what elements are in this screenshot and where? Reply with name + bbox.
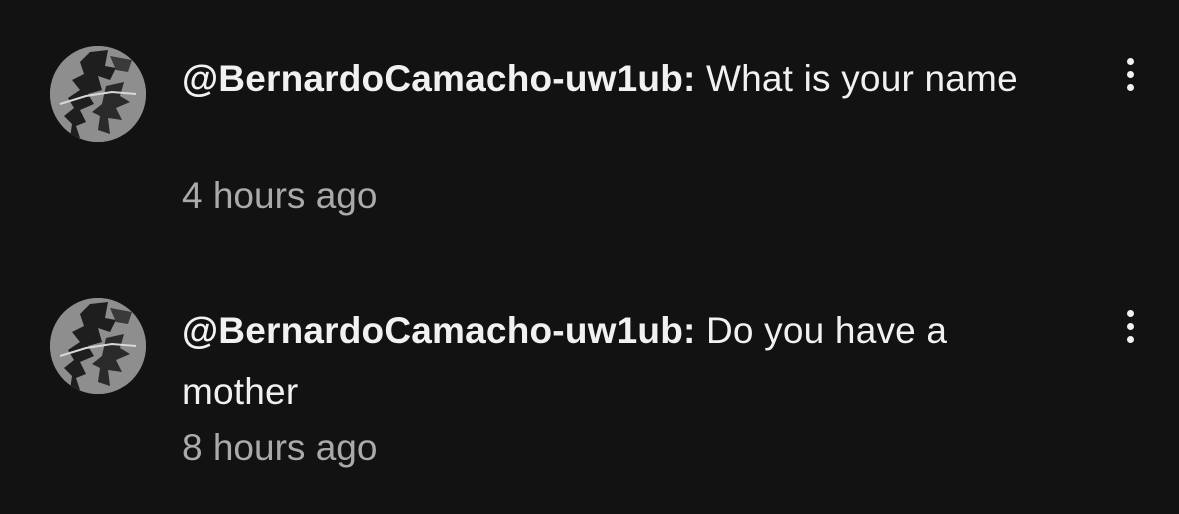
avatar[interactable] <box>50 46 146 142</box>
more-vertical-icon <box>1126 70 1134 78</box>
comment-item: @BernardoCamacho-uw1ub: What is your nam… <box>0 0 1179 216</box>
more-vertical-icon <box>1126 335 1134 343</box>
more-vertical-icon <box>1126 322 1134 330</box>
comment-body: @BernardoCamacho-uw1ub: What is your nam… <box>182 48 1062 109</box>
more-options-button[interactable] <box>1110 302 1150 350</box>
more-vertical-icon <box>1126 309 1134 317</box>
avatar[interactable] <box>50 298 146 394</box>
comment-item: @BernardoCamacho-uw1ub: Do you have a mo… <box>0 252 1179 468</box>
comment-text: What is your name <box>706 58 1018 99</box>
comment-timestamp: 4 hours ago <box>182 175 378 216</box>
more-vertical-icon <box>1126 83 1134 91</box>
comment-author[interactable]: @BernardoCamacho-uw1ub: <box>182 310 696 351</box>
comment-author[interactable]: @BernardoCamacho-uw1ub: <box>182 58 696 99</box>
avatar-image <box>50 298 146 394</box>
avatar-image <box>50 46 146 142</box>
more-options-button[interactable] <box>1110 50 1150 98</box>
more-vertical-icon <box>1126 57 1134 65</box>
comment-body: @BernardoCamacho-uw1ub: Do you have a mo… <box>182 300 1062 422</box>
comment-timestamp: 8 hours ago <box>182 427 378 468</box>
